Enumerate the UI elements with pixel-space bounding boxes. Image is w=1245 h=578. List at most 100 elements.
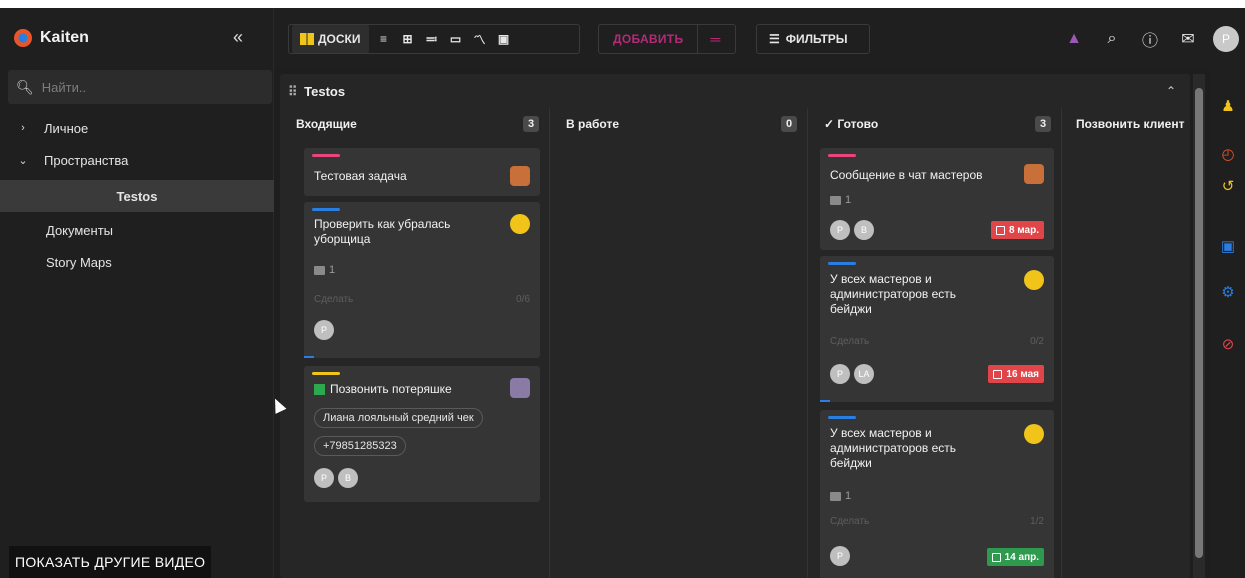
sidebar-item-testos[interactable]: Testos	[0, 180, 274, 212]
card-stripe	[828, 154, 856, 157]
copy-icon[interactable]: ▣	[1218, 236, 1238, 256]
sidebar: Kaiten « 🔍︎ › Личное ⌄ Пространства Test…	[0, 8, 274, 578]
smile-icon	[510, 214, 530, 234]
due-date-badge: 14 апр.	[986, 548, 1044, 566]
avatar: P	[830, 364, 850, 384]
sidebar-item-story-maps[interactable]: Story Maps	[0, 246, 274, 278]
avatar: B	[854, 220, 874, 240]
search-icon[interactable]: ⌕	[1093, 22, 1131, 56]
collapse-board-button[interactable]: ⌃	[1166, 84, 1176, 98]
list-view-button[interactable]: ≡	[372, 25, 396, 53]
search-input[interactable]	[41, 79, 242, 95]
right-rail: ♟ ◴ ↺ ▣ ⚙ ⊘	[1210, 68, 1245, 578]
column-count-badge: 3	[1035, 116, 1051, 132]
card-title: Сообщение в чат мастеров	[830, 168, 983, 182]
briefcase-icon	[1024, 164, 1044, 184]
checklist-progress: 0/2	[1030, 336, 1044, 347]
boards-view-button[interactable]: ДОСКИ	[292, 25, 369, 53]
magic-icon[interactable]: ▲	[1055, 22, 1093, 56]
card-title-text: Позвонить потеряшке	[330, 382, 452, 396]
brand-name: Kaiten	[40, 29, 89, 46]
checkbox-icon	[314, 384, 325, 396]
add-menu-button[interactable]: ═	[698, 25, 732, 53]
toolbar: ДОСКИ ≡ ⊞ ≕ ▭ 〽 ▣ ДОБАВИТЬ ═ ☰ ФИЛЬТРЫ ▲…	[274, 8, 1245, 68]
calendar-view-button[interactable]: ▭	[444, 25, 468, 53]
checklist-label: Сделать	[830, 336, 870, 347]
column-call-client: Позвонить клиент	[1062, 108, 1190, 578]
checklist: Сделать 0/6	[314, 294, 530, 305]
person-icon	[510, 378, 530, 398]
scrollbar-thumb[interactable]	[1195, 88, 1203, 558]
column-title: Входящие	[296, 117, 357, 131]
card-stripe	[828, 262, 856, 265]
archive-view-button[interactable]: ▣	[492, 25, 516, 53]
card-avatars: P B	[830, 220, 878, 240]
sidebar-item-documents[interactable]: Документы	[0, 214, 274, 246]
column-done: ✓ Готово 3 Сообщение в чат мастеров 1 P …	[808, 108, 1062, 578]
card-stripe	[312, 208, 340, 211]
card-call-lost[interactable]: Позвонить потеряшке Лиана лояльный средн…	[304, 366, 540, 502]
settings-icon[interactable]: ⚙	[1218, 282, 1238, 302]
add-group: ДОБАВИТЬ ═	[598, 24, 736, 54]
search-box[interactable]: 🔍︎	[8, 70, 272, 104]
checklist-progress: 1/2	[1030, 516, 1044, 527]
card-progress-bar	[304, 356, 314, 358]
sidebar-item-label: Story Maps	[46, 254, 112, 270]
due-date-value: 8 мар.	[1008, 224, 1039, 236]
card-title: Тестовая задача	[314, 169, 407, 183]
blocked-icon[interactable]: ⊘	[1218, 334, 1238, 354]
calendar-icon	[995, 225, 1005, 235]
card-masters-chat[interactable]: Сообщение в чат мастеров 1 P B 8 мар.	[820, 148, 1054, 250]
filters-label: ФИЛЬТРЫ	[785, 32, 848, 46]
comment-count: 1	[830, 194, 851, 206]
team-icon[interactable]: ♟	[1218, 96, 1238, 116]
comment-icon	[830, 195, 841, 205]
tag-phone: +79851285323	[314, 436, 406, 456]
avatar: LA	[854, 364, 874, 384]
help-icon[interactable]: ⓘ	[1131, 22, 1169, 56]
card-title: У всех мастеров и администраторов есть б…	[830, 426, 957, 470]
chevron-down-icon: ⌄	[18, 154, 28, 167]
checklist: Сделать 0/2	[830, 336, 1044, 347]
filters-button[interactable]: ☰ ФИЛЬТРЫ	[757, 25, 860, 53]
card-stripe	[312, 372, 340, 375]
vertical-scrollbar[interactable]	[1193, 74, 1205, 578]
view-switcher: ДОСКИ ≡ ⊞ ≕ ▭ 〽 ▣	[288, 24, 580, 54]
card-badges-2[interactable]: У всех мастеров и администраторов есть б…	[820, 410, 1054, 578]
toolbar-right-icons: ▲ ⌕ ⓘ ✉ P	[1055, 22, 1245, 56]
card-badges-1[interactable]: У всех мастеров и администраторов есть б…	[820, 256, 1054, 402]
collapse-sidebar-button[interactable]: «	[233, 28, 243, 46]
avatar: P	[314, 320, 334, 340]
column-incoming: Входящие 3 Тестовая задача Проверить как…	[280, 108, 550, 578]
table-view-button[interactable]: ⊞	[396, 25, 420, 53]
user-menu[interactable]: P	[1207, 22, 1245, 56]
column-title: В работе	[566, 117, 619, 131]
column-count-badge: 0	[781, 116, 797, 132]
board-title-label: Testos	[304, 84, 346, 99]
show-other-videos-button[interactable]: ПОКАЗАТЬ ДРУГИЕ ВИДЕО	[9, 546, 212, 578]
add-button[interactable]: ДОБАВИТЬ	[599, 25, 697, 53]
app-window: Kaiten « 🔍︎ › Личное ⌄ Пространства Test…	[0, 8, 1245, 578]
mail-icon[interactable]: ✉	[1169, 22, 1207, 56]
calendar-icon	[991, 552, 1001, 562]
card-test-task[interactable]: Тестовая задача	[304, 148, 540, 196]
boards-icon	[300, 33, 314, 45]
card-title: У всех мастеров и администраторов есть б…	[830, 272, 957, 316]
calendar-icon	[993, 369, 1003, 379]
history-icon[interactable]: ↺	[1218, 176, 1238, 196]
chart-view-button[interactable]: 〽	[468, 25, 492, 53]
drag-handle-icon: ⠿	[288, 84, 298, 99]
avatar: B	[338, 468, 358, 488]
sidebar-item-spaces[interactable]: ⌄ Пространства	[0, 144, 274, 176]
board-title[interactable]: ⠿ Testos	[288, 84, 345, 100]
smile-icon	[1024, 270, 1044, 290]
kaiten-logo-icon	[14, 29, 32, 47]
timeline-view-button[interactable]: ≕	[420, 25, 444, 53]
chevron-right-icon: ›	[21, 122, 25, 134]
comment-icon	[830, 491, 841, 501]
card-title: Проверить как убралась уборщица	[314, 217, 451, 246]
card-check-cleaner[interactable]: Проверить как убралась уборщица 1 Сделат…	[304, 202, 540, 358]
smile-icon	[1024, 424, 1044, 444]
sidebar-item-personal[interactable]: › Личное	[0, 112, 274, 144]
timer-icon[interactable]: ◴	[1218, 144, 1238, 164]
